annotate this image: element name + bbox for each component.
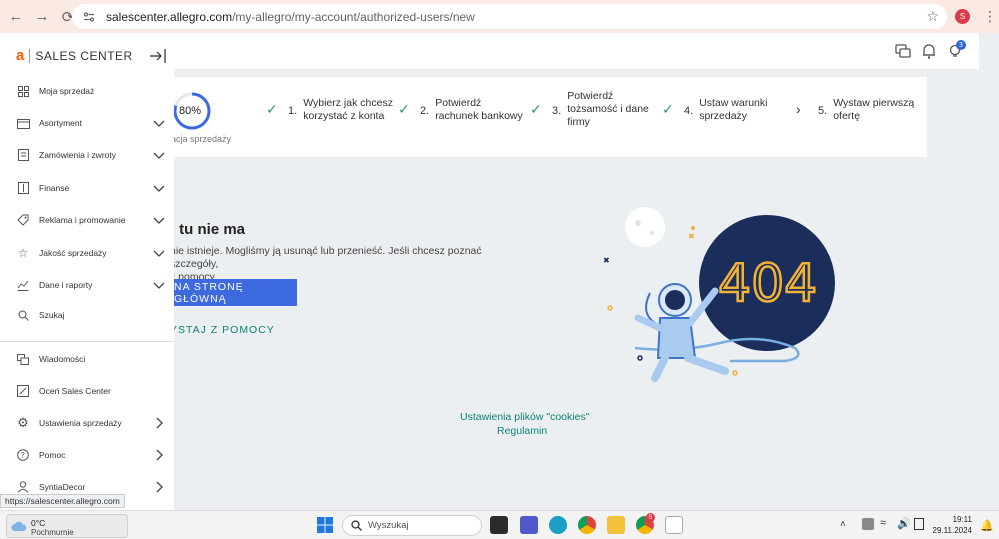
chart-icon — [16, 278, 30, 292]
wifi-icon[interactable]: ≈ — [880, 517, 886, 529]
cookies-settings-link[interactable]: Ustawienia plików "cookies" — [460, 411, 589, 423]
sidebar-item-reklama[interactable]: Reklama i promowanie — [0, 210, 174, 230]
chat-icon[interactable] — [894, 42, 912, 60]
step-3[interactable]: ✓ 3. Potwierdź tożsamość i dane firmy — [530, 90, 649, 129]
svg-text:✖: ✖ — [603, 256, 610, 265]
sidebar-item-jakosc[interactable]: ☆ Jakość sprzedaży — [0, 243, 174, 263]
user-icon — [16, 480, 30, 494]
sales-center-logo[interactable]: a SALES CENTER — [16, 47, 133, 64]
chevron-right-icon[interactable] — [153, 449, 165, 461]
error-title: : tu nie ma — [170, 221, 246, 238]
tray-app-icon[interactable] — [862, 518, 874, 530]
step-5[interactable]: › 5. Wystaw pierwszą ofertę — [796, 97, 921, 123]
tray-chevron-up-icon[interactable]: ˄ — [840, 519, 846, 530]
windows-start-icon[interactable] — [317, 517, 333, 533]
windows-taskbar: 0°C Pochmurnie Wyszukaj S ˄ ≈ 🔊 19:11 29… — [0, 510, 999, 539]
chevron-right-icon[interactable] — [153, 481, 165, 493]
collapse-sidebar-icon[interactable] — [149, 48, 167, 64]
search-icon — [16, 308, 30, 322]
svg-text:✖: ✖ — [688, 232, 695, 241]
battery-icon[interactable] — [914, 518, 924, 530]
sidebar-item-szukaj[interactable]: Szukaj — [0, 308, 174, 322]
sidebar-item-wiadomosci[interactable]: Wiadomości — [0, 349, 174, 369]
chrome-icon[interactable] — [578, 516, 596, 534]
sidebar-item-zamowienia[interactable]: Zamówienia i zwroty — [0, 145, 174, 165]
svg-text:?: ? — [21, 451, 25, 460]
logo-text: SALES CENTER — [35, 48, 133, 63]
step-1[interactable]: ✓ 1. Wybierz jak chcesz korzystać z kont… — [266, 97, 395, 123]
check-icon: ✓ — [266, 101, 278, 117]
edge-icon[interactable] — [549, 516, 567, 534]
address-bar[interactable]: salescenter.allegro.com/my-allegro/my-ac… — [72, 4, 947, 29]
chevron-down-icon[interactable] — [153, 182, 165, 194]
sidebar-item-finanse[interactable]: Finanse — [0, 178, 174, 198]
onboarding-progress-card: 80% racja sprzedaży ✓ 1. Wybierz jak chc… — [150, 77, 927, 157]
feedback-icon — [16, 384, 30, 398]
step-2[interactable]: ✓ 2. Potwierdź rachunek bankowy — [398, 97, 527, 123]
chevron-down-icon[interactable] — [153, 117, 165, 129]
allegro-logo-letter: a — [16, 47, 25, 64]
browser-toolbar: ← → ⟳ salescenter.allegro.com/my-allegro… — [0, 0, 999, 33]
finance-icon — [16, 181, 30, 195]
tag-icon — [16, 213, 30, 227]
help-link[interactable]: YSTAJ Z POMOCY — [170, 324, 275, 336]
site-info-icon[interactable] — [80, 8, 98, 26]
sidebar-divider — [0, 341, 174, 342]
chrome-profile-badge: S — [646, 513, 655, 522]
notification-badge: 3 — [956, 40, 966, 50]
sidebar-item-asortyment[interactable]: Asortyment — [0, 113, 174, 133]
box-icon — [16, 116, 30, 130]
snipping-tool-icon[interactable] — [665, 516, 683, 534]
profile-avatar[interactable]: S — [955, 9, 970, 24]
volume-icon[interactable]: 🔊 — [897, 517, 911, 530]
file-explorer-icon[interactable] — [607, 516, 625, 534]
teams-icon[interactable] — [520, 516, 538, 534]
gear-icon: ⚙ — [17, 415, 29, 430]
help-icon: ? — [16, 448, 30, 462]
system-clock[interactable]: 19:11 29.11.2024 — [930, 514, 972, 536]
progress-caption: racja sprzedaży — [168, 134, 232, 144]
terms-link[interactable]: Regulamin — [497, 425, 547, 437]
chevron-right-icon[interactable] — [153, 417, 165, 429]
grid-icon — [16, 84, 30, 98]
back-icon[interactable]: ← — [4, 5, 28, 29]
check-icon: ✓ — [662, 101, 674, 117]
star-icon: ☆ — [17, 246, 29, 260]
notifications-bell-icon[interactable]: 🔔 — [980, 519, 994, 532]
bell-icon[interactable] — [920, 42, 938, 60]
task-view-icon[interactable] — [490, 516, 508, 534]
check-icon: ✓ — [398, 101, 410, 117]
sidebar-item-moja-sprzedaz[interactable]: Moja sprzedaż — [0, 81, 174, 101]
orders-icon — [16, 148, 30, 162]
sidebar-item-pomoc[interactable]: ? Pomoc — [0, 445, 174, 465]
forward-icon[interactable]: → — [30, 5, 54, 29]
weather-widget[interactable]: 0°C Pochmurnie — [6, 514, 128, 538]
chevron-down-icon[interactable] — [153, 149, 165, 161]
progress-percent: 80% — [179, 105, 202, 117]
search-icon — [351, 520, 362, 531]
step-4[interactable]: ✓ 4. Ustaw warunki sprzedaży — [662, 97, 779, 123]
link-status-tooltip: https://salescenter.allegro.com — [0, 494, 125, 508]
home-page-button[interactable]: NA STRONĘ GŁÓWNĄ — [170, 279, 297, 306]
browser-menu-icon[interactable]: ⋮ — [983, 8, 997, 25]
chevron-right-icon: › — [796, 101, 801, 117]
cloud-icon — [11, 521, 27, 531]
bookmark-star-icon[interactable]: ☆ — [926, 8, 939, 25]
messages-icon — [16, 352, 30, 366]
sidebar: a SALES CENTER Moja sprzedaż Asortyment … — [0, 33, 174, 510]
taskbar-search-input[interactable]: Wyszukaj — [342, 515, 482, 536]
illustration-404-text: 404 — [718, 254, 817, 314]
chevron-down-icon[interactable] — [153, 279, 165, 291]
sidebar-item-ocen[interactable]: Oceń Sales Center — [0, 381, 174, 401]
sidebar-item-ustawienia[interactable]: ⚙ Ustawienia sprzedaży — [0, 413, 174, 433]
astronaut-404-illustration: 404 ✖ ✖ — [603, 207, 835, 382]
sidebar-item-dane[interactable]: Dane i raporty — [0, 275, 174, 295]
url-text: salescenter.allegro.com/my-allegro/my-ac… — [106, 9, 475, 24]
chevron-down-icon[interactable] — [153, 247, 165, 259]
check-icon: ✓ — [530, 101, 542, 117]
chevron-down-icon[interactable] — [153, 214, 165, 226]
